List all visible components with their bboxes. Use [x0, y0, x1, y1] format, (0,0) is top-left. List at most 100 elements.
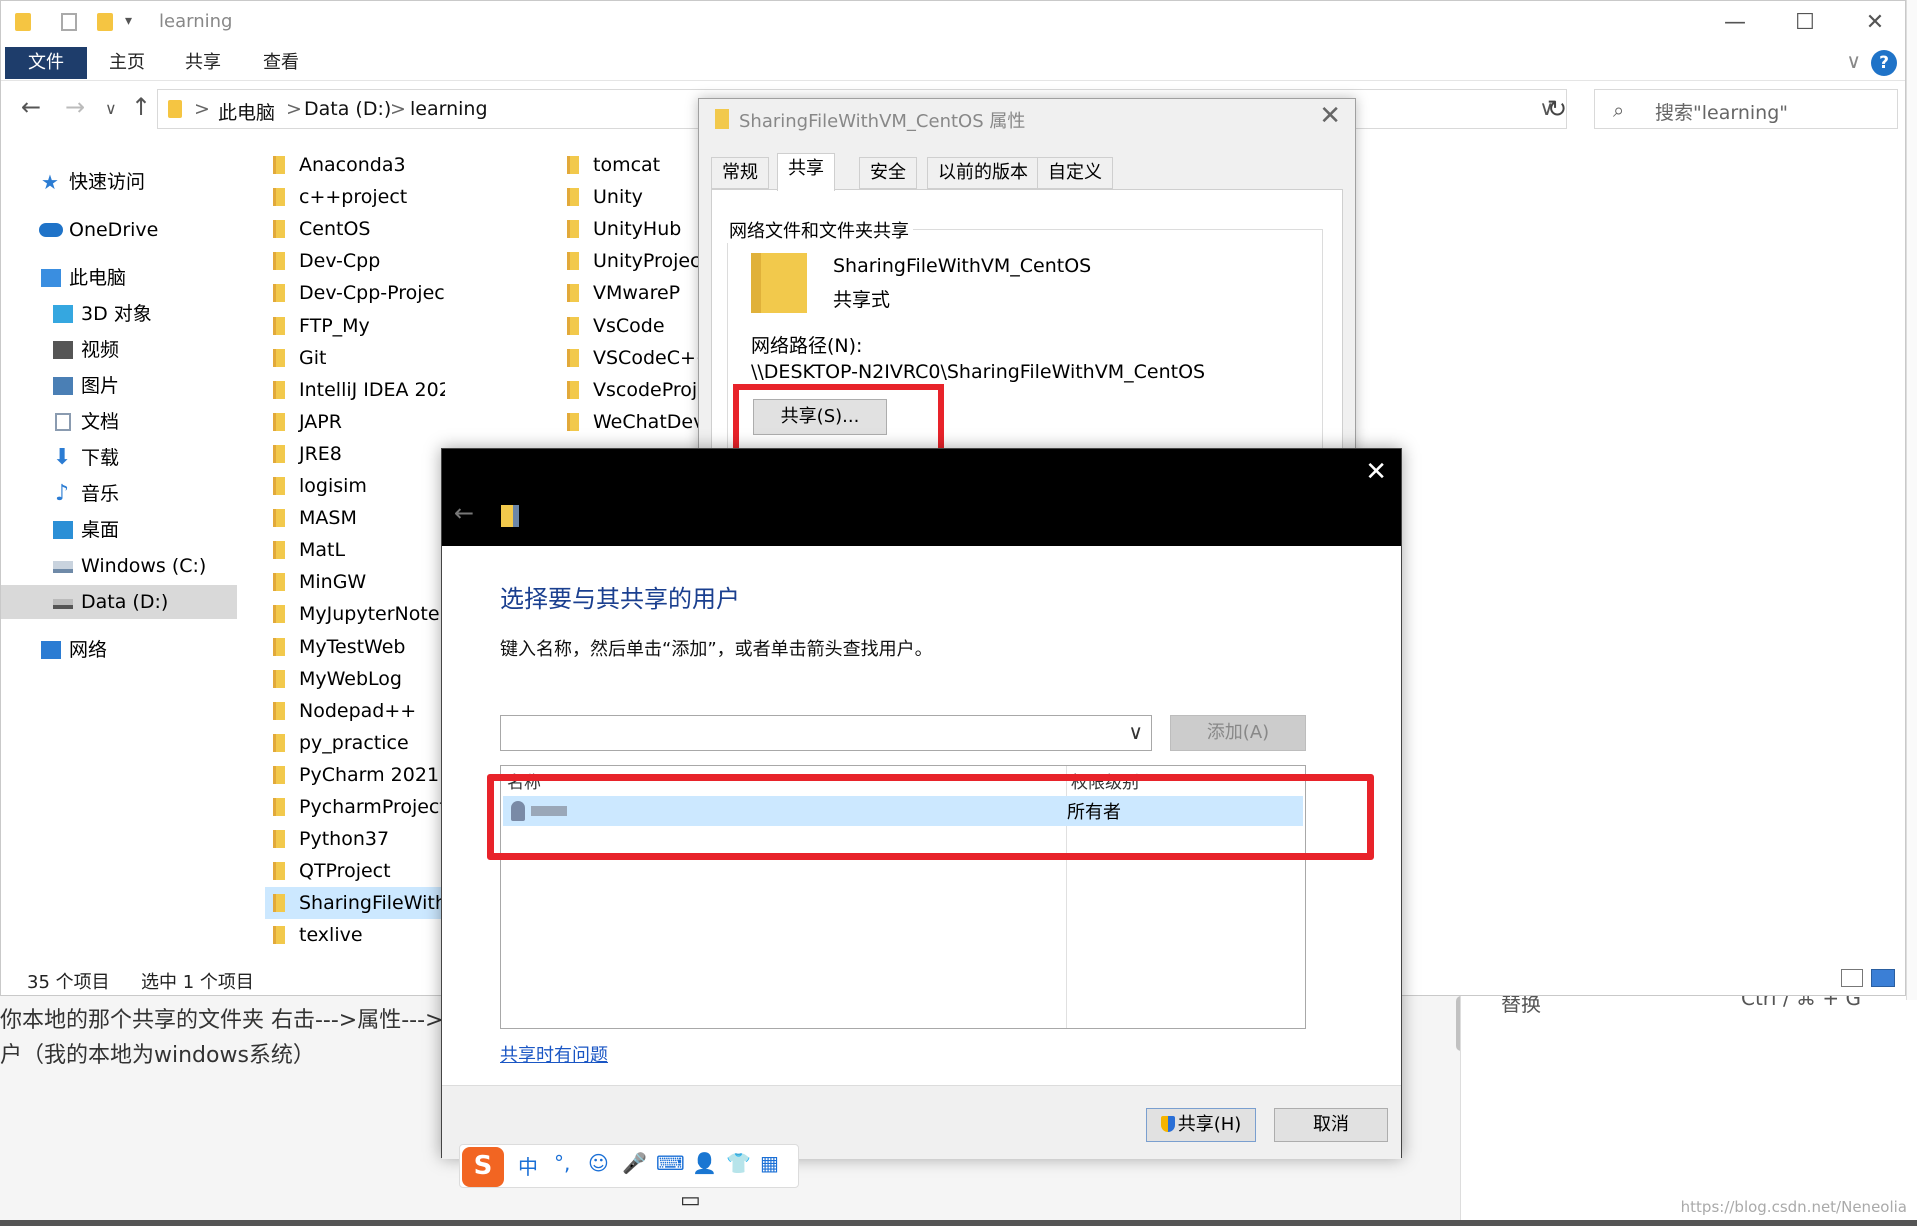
ime-keyboard-icon[interactable]: ⌨ — [656, 1151, 685, 1175]
sidebar-item-downloads[interactable]: ⬇ 下载 — [1, 441, 237, 475]
tab-share[interactable]: 共享 — [169, 47, 237, 79]
folder-icon — [273, 798, 285, 816]
back-button[interactable]: ← — [454, 499, 474, 527]
sidebar-item-this-pc[interactable]: 此电脑 — [1, 261, 237, 295]
close-button[interactable]: ✕ — [1855, 7, 1895, 39]
list-item[interactable]: SharingFileWithV — [265, 887, 445, 920]
forward-button[interactable]: → — [65, 93, 85, 121]
sidebar-item-music[interactable]: ♪ 音乐 — [1, 477, 237, 511]
refresh-button[interactable]: ↻ — [1537, 89, 1577, 129]
cancel-button[interactable]: 取消 — [1274, 1108, 1388, 1142]
list-item[interactable]: FTP_My — [265, 310, 445, 342]
ime-toolbox-icon[interactable]: ▦ — [760, 1151, 779, 1175]
list-item[interactable]: logisim — [265, 470, 445, 502]
sidebar-item-onedrive[interactable]: OneDrive — [1, 213, 237, 247]
sidebar-item-data-d[interactable]: Data (D:) — [1, 585, 237, 619]
list-item[interactable]: JAPR — [265, 406, 445, 438]
list-item[interactable]: Anaconda3 — [265, 149, 445, 181]
list-item[interactable]: MatL — [265, 534, 445, 566]
add-button[interactable]: 添加(A) — [1170, 715, 1306, 751]
list-item[interactable]: PyCharm 2021.2 — [265, 759, 445, 791]
taskbar-display-icon[interactable]: ▭ — [680, 1188, 701, 1213]
list-item[interactable]: Nodepad++ — [265, 695, 445, 727]
breadcrumb-this-pc[interactable]: 此电脑 — [218, 98, 275, 125]
ime-punctuation-icon[interactable]: °, — [554, 1151, 570, 1175]
tab-customize[interactable]: 自定义 — [1037, 157, 1113, 189]
breadcrumb-separator[interactable]: > — [194, 98, 210, 120]
list-item[interactable]: texlive — [265, 919, 445, 951]
tab-home[interactable]: 主页 — [93, 47, 161, 79]
sidebar-item-label: 快速访问 — [69, 171, 146, 193]
details-view-icon[interactable] — [1841, 969, 1863, 987]
customize-qat-icon[interactable]: ▾ — [125, 13, 141, 31]
expand-ribbon-icon[interactable]: ∨ — [1846, 49, 1861, 73]
breadcrumb-separator[interactable]: > — [390, 98, 406, 120]
maximize-button[interactable]: ☐ — [1785, 7, 1825, 39]
help-icon[interactable]: ? — [1871, 50, 1897, 76]
ime-chinese-mode[interactable]: 中 — [518, 1151, 538, 1180]
title-bar: ▾ learning — ☐ ✕ — [1, 1, 1905, 45]
breadcrumb-separator[interactable]: > — [286, 98, 302, 120]
large-icons-view-icon[interactable] — [1871, 969, 1895, 987]
folder-icon — [567, 316, 579, 335]
list-item[interactable]: IntelliJ IDEA 2020.3 — [265, 374, 445, 406]
properties-check-icon[interactable] — [61, 13, 77, 31]
close-button[interactable]: ✕ — [1319, 101, 1341, 131]
sidebar-item-videos[interactable]: 视频 — [1, 333, 237, 367]
list-item[interactable]: CentOS — [265, 213, 445, 245]
folder-icon — [273, 541, 285, 560]
ime-voice-icon[interactable]: 🎤 — [622, 1151, 647, 1175]
ime-user-icon[interactable]: 👤 — [692, 1151, 717, 1175]
tab-security[interactable]: 安全 — [859, 157, 917, 189]
list-item[interactable]: py_practice — [265, 727, 445, 759]
sidebar-item-network[interactable]: 网络 — [1, 633, 237, 667]
close-button[interactable]: ✕ — [1365, 457, 1387, 487]
list-item[interactable]: MinGW — [265, 566, 445, 598]
list-item[interactable]: MyWebLog — [265, 663, 445, 695]
tab-previous-versions[interactable]: 以前的版本 — [927, 157, 1039, 189]
list-item[interactable]: QTProject — [265, 855, 445, 887]
list-item[interactable]: Dev-Cpp-Project — [265, 277, 445, 309]
recent-locations-button[interactable]: ∨ — [105, 99, 117, 118]
list-item[interactable]: PycharmProjects — [265, 791, 445, 823]
list-item[interactable]: Dev-Cpp — [265, 245, 445, 277]
background-right-panel: 替换 Ctrl / ⌘ + G — [1460, 986, 1917, 1226]
sidebar-item-documents[interactable]: 文档 — [1, 405, 237, 439]
share-button[interactable]: 共享(H) — [1146, 1108, 1256, 1142]
chevron-down-icon[interactable]: ∨ — [1128, 720, 1143, 744]
list-item[interactable]: MyJupyterNoteB — [265, 598, 445, 630]
background-text-line1: 你本地的那个共享的文件夹 右击--->属性--->共 — [0, 1008, 466, 1033]
folder-icon — [15, 13, 31, 31]
sidebar-item-quick-access[interactable]: ★ 快速访问 — [1, 165, 237, 199]
list-item[interactable]: JRE8 — [265, 438, 445, 470]
list-item[interactable]: MASM — [265, 502, 445, 534]
minimize-button[interactable]: — — [1715, 7, 1755, 39]
file-name: PyCharm 2021.2 — [299, 763, 445, 786]
tab-file[interactable]: 文件 — [5, 47, 87, 79]
sidebar-item-3d-objects[interactable]: 3D 对象 — [1, 297, 237, 331]
desktop-icon — [53, 521, 73, 539]
sidebar-item-pictures[interactable]: 图片 — [1, 369, 237, 403]
tab-general[interactable]: 常规 — [711, 157, 769, 189]
user-name-combobox[interactable]: ∨ — [500, 715, 1152, 751]
sidebar-item-desktop[interactable]: 桌面 — [1, 513, 237, 547]
list-item[interactable]: Git — [265, 342, 445, 374]
list-item[interactable]: Python37 — [265, 823, 445, 855]
breadcrumb-learning[interactable]: learning — [410, 98, 488, 120]
tab-sharing[interactable]: 共享 — [777, 153, 835, 191]
new-folder-icon[interactable] — [97, 13, 113, 31]
list-item[interactable]: MyTestWeb — [265, 631, 445, 663]
file-name: Git — [299, 346, 327, 369]
help-link[interactable]: 共享时有问题 — [500, 1041, 608, 1067]
ime-skin-icon[interactable]: 👕 — [726, 1151, 751, 1175]
folder-icon — [273, 573, 285, 592]
sogou-logo-icon[interactable]: S — [462, 1147, 504, 1187]
list-item[interactable]: c++project — [265, 181, 445, 213]
tab-view[interactable]: 查看 — [247, 47, 315, 79]
breadcrumb-data-d[interactable]: Data (D:) — [304, 98, 391, 120]
ime-emoji-icon[interactable]: ☺ — [588, 1151, 609, 1175]
sidebar-item-windows-c[interactable]: Windows (C:) — [1, 549, 237, 583]
search-input[interactable]: ⌕ 搜索"learning" — [1594, 89, 1898, 129]
back-button[interactable]: ← — [21, 93, 41, 121]
up-button[interactable]: ↑ — [131, 93, 151, 121]
